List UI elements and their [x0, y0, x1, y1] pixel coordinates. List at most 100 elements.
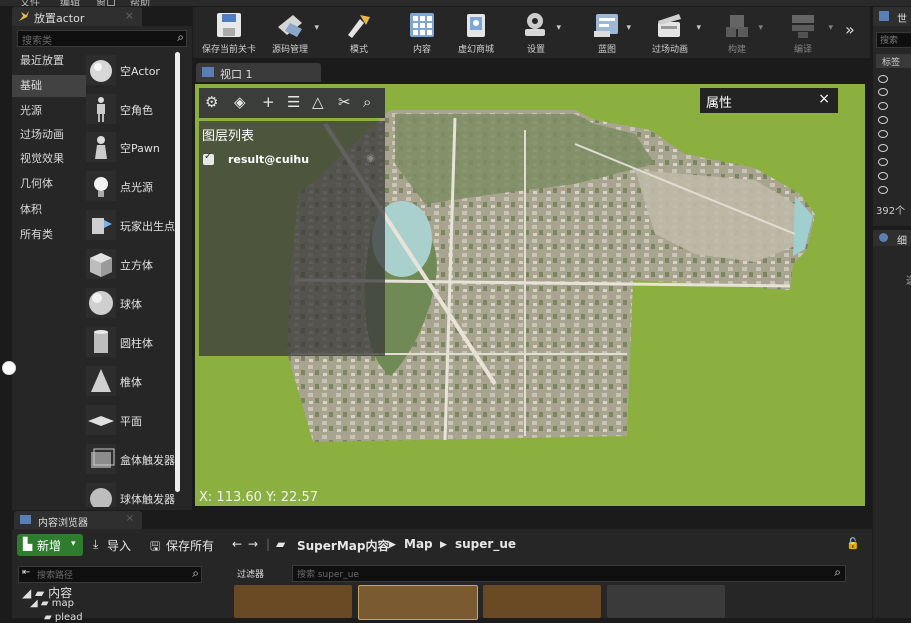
plus-icon[interactable]: +	[262, 93, 275, 111]
layer-row[interactable]: result@cuihu ◉	[203, 151, 379, 169]
close-icon[interactable]: ×	[126, 513, 134, 524]
layers-icon[interactable]: ◈	[234, 93, 246, 111]
place-item[interactable]: 空角色	[82, 90, 178, 128]
eye-icon[interactable]	[878, 144, 888, 152]
forward-arrow-icon[interactable]: →	[248, 537, 258, 551]
place-item[interactable]: 平面	[82, 401, 178, 439]
path-search-input[interactable]: ⇤ 搜索路径 ⌕	[18, 566, 202, 583]
asset-search-input[interactable]: 搜索 super_ue ⌕	[292, 565, 846, 582]
close-icon[interactable]: ×	[125, 9, 134, 22]
breadcrumb-item[interactable]: SuperMap内容	[297, 537, 389, 554]
place-item[interactable]: 空Actor	[82, 51, 178, 89]
place-item[interactable]: 盒体触发器	[82, 440, 178, 478]
search-icon[interactable]: ⌕	[834, 565, 841, 580]
list-icon[interactable]: ☰	[287, 93, 300, 111]
menu-file[interactable]: 文件	[20, 0, 40, 6]
label-column-header: 标签	[882, 58, 901, 68]
place-item[interactable]: 玩家出生点	[82, 206, 178, 244]
outliner-header[interactable]: 标签	[876, 54, 911, 68]
asset-tile[interactable]	[234, 585, 352, 618]
search-icon[interactable]: ⌕	[192, 566, 199, 581]
eye-icon[interactable]	[878, 116, 888, 124]
place-item[interactable]: 空Pawn	[82, 128, 178, 166]
place-item[interactable]: 球体触发器	[82, 479, 178, 507]
chevron-down-icon[interactable]: ▾	[758, 23, 763, 33]
eye-icon[interactable]	[878, 158, 888, 166]
content-button[interactable]: 内容	[397, 7, 447, 58]
search-icon[interactable]: ⌕	[363, 93, 371, 111]
chevron-down-icon[interactable]: ▾	[626, 23, 631, 33]
place-item[interactable]: 立方体	[82, 245, 178, 283]
compile-button[interactable]: ▾ 编译	[771, 7, 835, 58]
filter-button[interactable]: 过滤器	[233, 565, 289, 582]
marketplace-button[interactable]: 虚幻商城	[449, 7, 503, 58]
tree-item-map[interactable]: ◢ ▰ map	[30, 598, 74, 609]
blueprints-button[interactable]: ▾ 蓝图	[581, 7, 633, 58]
save-all-button[interactable]: 保存所有	[166, 537, 214, 554]
tab-place-actors[interactable]: 放置actor ×	[12, 7, 142, 26]
toolbar-overflow-icon[interactable]: »	[845, 20, 855, 39]
tab-world-outliner[interactable]: 世界	[873, 7, 911, 40]
modes-button[interactable]: 模式	[328, 7, 390, 58]
tab-content-browser[interactable]: 内容浏览器 ×	[14, 511, 142, 529]
import-icon[interactable]: ⤓	[93, 537, 98, 552]
details-panel: 选	[873, 246, 911, 618]
chevron-down-icon[interactable]: ▾	[314, 23, 319, 33]
source-control-button[interactable]: ▾ 源码管理	[259, 7, 321, 58]
place-item[interactable]: 圆柱体	[82, 323, 178, 361]
category-geometry[interactable]: 几何体	[12, 173, 86, 195]
category-lights[interactable]: 光源	[12, 100, 86, 122]
category-all-classes[interactable]: 所有类	[12, 224, 86, 246]
category-basic[interactable]: 基础	[12, 75, 86, 97]
chevron-down-icon[interactable]: ▾	[556, 23, 561, 33]
place-item[interactable]: 球体	[82, 284, 178, 322]
tab-details[interactable]: 细节	[873, 230, 911, 262]
import-button[interactable]: 导入	[107, 537, 131, 554]
category-recent[interactable]: 最近放置	[12, 50, 86, 72]
tab-viewport-1[interactable]: 视口 1	[196, 63, 321, 82]
place-item[interactable]: 椎体	[82, 362, 178, 400]
breadcrumb-item[interactable]: Map	[404, 537, 433, 551]
outliner-search-input[interactable]: 搜索	[876, 32, 911, 48]
eye-icon[interactable]	[878, 130, 888, 138]
lock-icon[interactable]: 🔓	[846, 537, 860, 550]
save-level-button[interactable]: 保存当前关卡	[197, 7, 261, 58]
layer-checkbox[interactable]	[203, 151, 214, 165]
eye-icon[interactable]	[878, 75, 888, 83]
character-icon	[86, 94, 116, 124]
chevron-down-icon[interactable]: ▾	[696, 23, 701, 33]
category-cinematic[interactable]: 过场动画	[12, 124, 86, 146]
add-new-button[interactable]: ▙ 新增 ▾	[17, 534, 83, 556]
asset-tile[interactable]	[358, 585, 478, 620]
menu-help[interactable]: 帮助	[130, 0, 150, 6]
eye-icon[interactable]	[878, 88, 888, 96]
place-scrollbar[interactable]	[175, 52, 180, 492]
eye-icon[interactable]	[878, 172, 888, 180]
cinematics-button[interactable]: ▾ 过场动画	[637, 7, 703, 58]
asset-tile[interactable]	[607, 585, 725, 618]
measure-area-icon[interactable]: △	[312, 93, 324, 111]
eye-icon[interactable]	[878, 102, 888, 110]
search-icon[interactable]: ⌕	[177, 30, 184, 45]
scissors-icon[interactable]: ✂	[338, 93, 351, 111]
breadcrumb-item[interactable]: super_ue	[455, 537, 516, 551]
build-button[interactable]: ▾ 构建	[709, 7, 765, 58]
close-icon[interactable]: ×	[818, 91, 830, 107]
place-item[interactable]: 点光源	[82, 167, 178, 205]
back-arrow-icon[interactable]: ←	[232, 537, 242, 551]
save-all-icon[interactable]: 🖫	[150, 537, 160, 558]
menu-edit[interactable]: 编辑	[60, 0, 80, 6]
class-search-input[interactable]: 搜索类 ⌕	[17, 30, 187, 47]
chevron-down-icon[interactable]: ▾	[828, 23, 833, 33]
eye-icon[interactable]	[878, 186, 888, 194]
category-volumes[interactable]: 体积	[12, 199, 86, 221]
visibility-icon[interactable]: ◉	[366, 153, 375, 164]
panel-resize-handle[interactable]	[2, 361, 16, 375]
category-visual-effects[interactable]: 视觉效果	[12, 148, 86, 170]
collapse-tree-icon[interactable]: ⇤	[22, 567, 30, 578]
gear-icon[interactable]: ⚙	[205, 93, 218, 111]
content-browser-icon	[20, 515, 31, 524]
asset-tile[interactable]	[483, 585, 601, 618]
menu-window[interactable]: 窗口	[96, 0, 116, 6]
settings-button[interactable]: ▾ 设置	[509, 7, 563, 58]
